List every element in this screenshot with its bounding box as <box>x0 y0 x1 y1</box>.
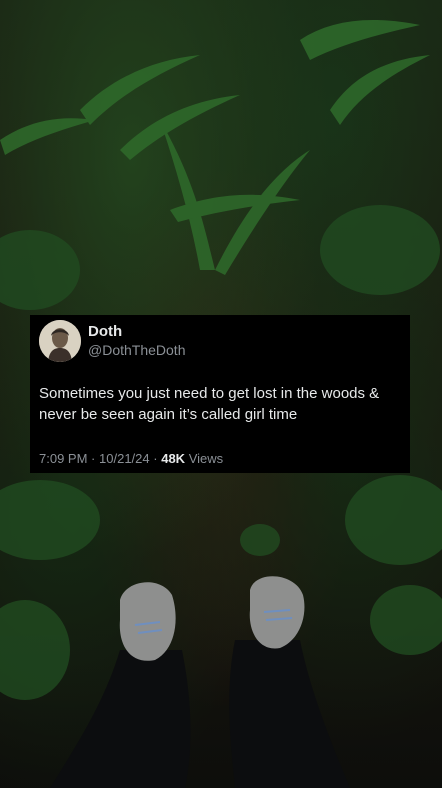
forest-photo-background: Doth @DothTheDoth Sometimes you just nee… <box>0 0 442 788</box>
user-handle[interactable]: @DothTheDoth <box>88 341 185 359</box>
tweet-metadata: 7:09 PM · 10/21/24 · 48K Views <box>39 451 223 467</box>
legs-and-shoes <box>50 576 350 788</box>
display-name[interactable]: Doth <box>88 323 122 341</box>
meta-separator: · <box>153 451 158 466</box>
views-count: 48K <box>161 451 186 466</box>
meta-separator: · <box>91 451 96 466</box>
tweet-date[interactable]: 10/21/24 <box>99 451 150 466</box>
tweet-text: Sometimes you just need to get lost in t… <box>39 385 380 423</box>
profile-avatar[interactable] <box>39 320 81 362</box>
tweet-card[interactable]: Doth @DothTheDoth Sometimes you just nee… <box>30 315 410 473</box>
tweet-time[interactable]: 7:09 PM <box>39 451 87 466</box>
views-label: Views <box>188 451 224 466</box>
portrait-avatar-icon <box>39 320 81 362</box>
